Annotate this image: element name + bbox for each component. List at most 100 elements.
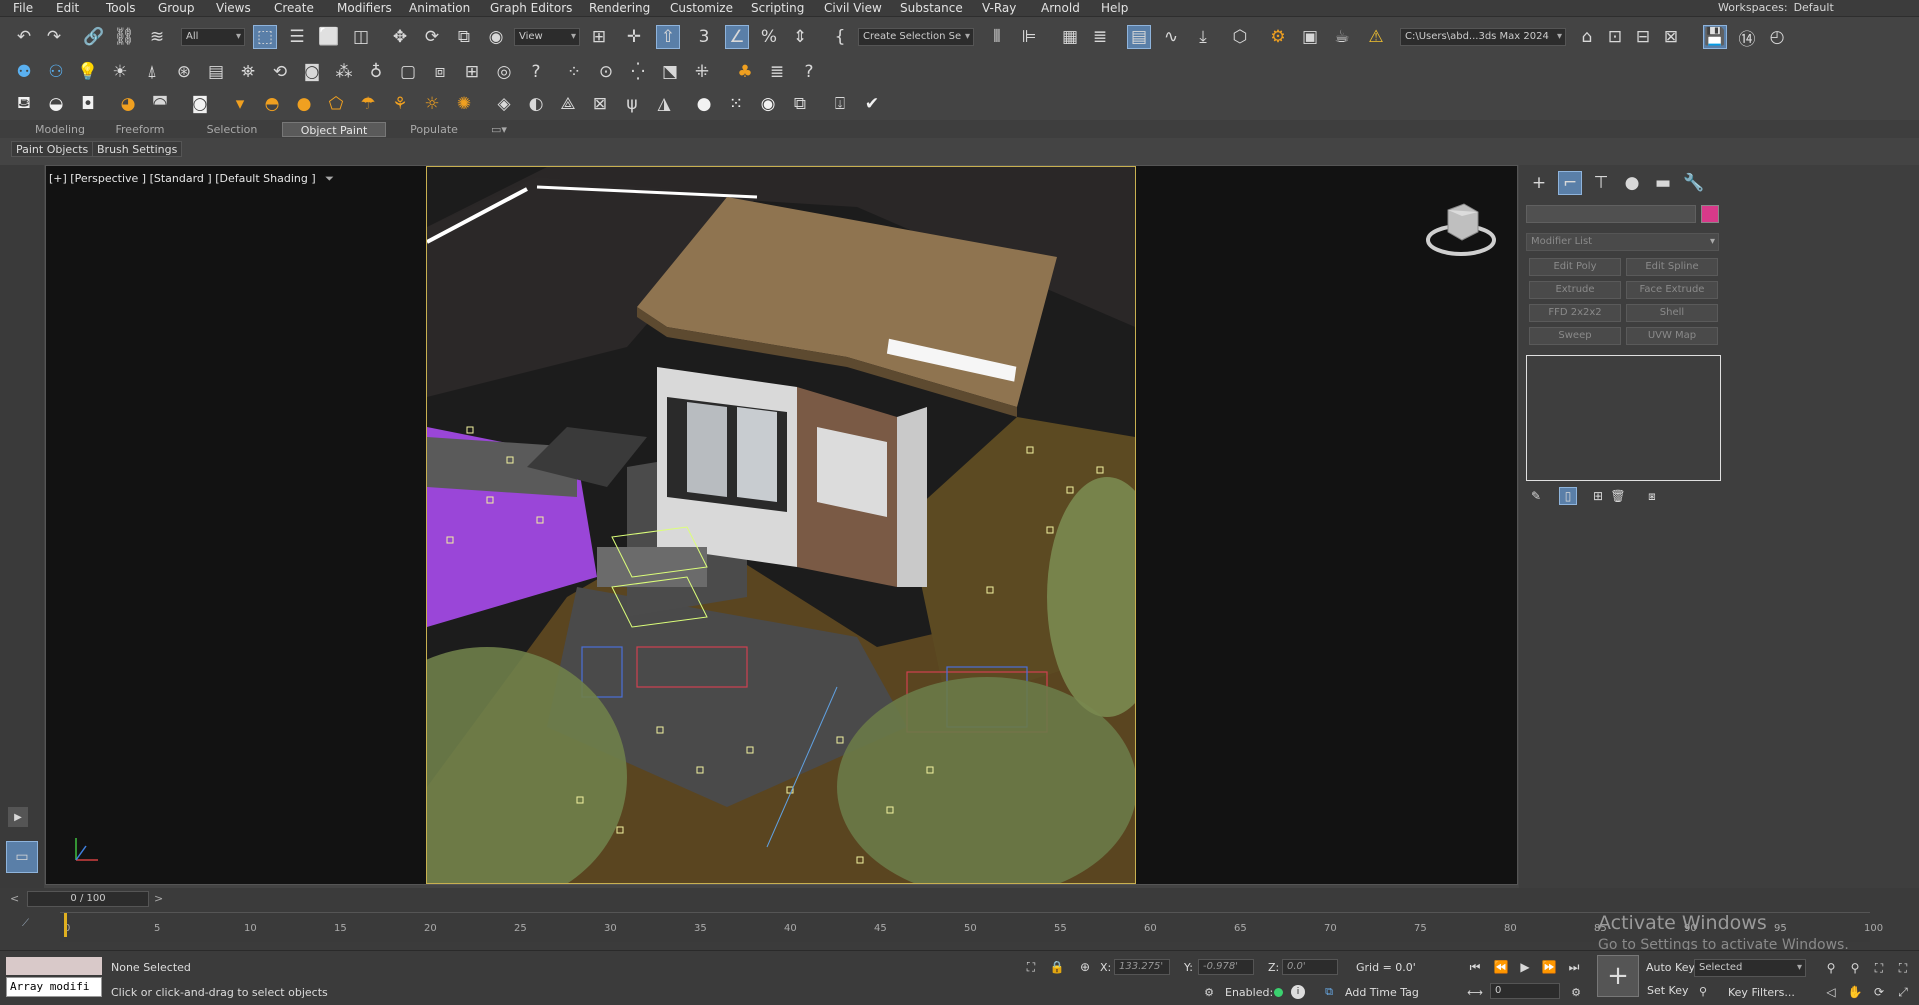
- sky-icon[interactable]: ✺: [452, 92, 476, 116]
- utilities-tab-icon[interactable]: 🔧: [1682, 171, 1706, 195]
- material-editor-icon[interactable]: ⬡: [1228, 25, 1252, 49]
- lock-selection-icon[interactable]: 🔒: [1048, 958, 1066, 976]
- project-tool-icon[interactable]: ⊟: [1631, 25, 1655, 49]
- dome-light-icon[interactable]: ⛯: [236, 60, 260, 84]
- modifier-stack[interactable]: [1526, 355, 1721, 481]
- expand-layout-icon[interactable]: ▶: [8, 807, 28, 827]
- tab-freeform[interactable]: Freeform: [96, 122, 184, 137]
- mini-curve-editor-icon[interactable]: ⟋: [22, 918, 29, 929]
- orbit-icon[interactable]: ⊙: [594, 60, 618, 84]
- key-filters-icon[interactable]: ⚲: [1694, 982, 1712, 1000]
- plane-icon[interactable]: ⟁: [556, 92, 580, 116]
- menu-customize[interactable]: Customize: [670, 1, 733, 15]
- dust-icon[interactable]: ⁂: [332, 60, 356, 84]
- forest-icon[interactable]: ♣: [733, 60, 757, 84]
- rendered-frame-window-icon[interactable]: ▣: [1298, 25, 1322, 49]
- pin-stack-icon[interactable]: ✎: [1527, 487, 1545, 505]
- modifier-list-dropdown[interactable]: Modifier List: [1526, 233, 1719, 251]
- shell-button[interactable]: Shell: [1626, 304, 1718, 322]
- render-icon[interactable]: ◒: [44, 92, 68, 116]
- select-object-icon[interactable]: ⬚: [253, 25, 277, 49]
- zoom-extents-all-icon[interactable]: ⛶: [1894, 959, 1912, 977]
- help-circle-icon[interactable]: ?: [524, 60, 548, 84]
- create-tab-icon[interactable]: +: [1527, 171, 1551, 195]
- frame-buffer-icon[interactable]: ▢: [396, 60, 420, 84]
- curve-editor-icon[interactable]: ∿: [1159, 25, 1183, 49]
- display-tab-icon[interactable]: ▬: [1651, 171, 1675, 195]
- zoom-extents-icon[interactable]: ⛶: [1870, 959, 1888, 977]
- selection-filter-dropdown[interactable]: All: [181, 28, 245, 46]
- sun-icon[interactable]: ☼: [420, 92, 444, 116]
- next-frame-button-icon[interactable]: ⏩: [1540, 958, 1558, 976]
- enabled-status-dot[interactable]: [1274, 988, 1283, 997]
- menu-help[interactable]: Help: [1101, 1, 1128, 15]
- mirror-icon[interactable]: ⫴: [985, 25, 1009, 49]
- motion-tab-icon[interactable]: ●: [1620, 171, 1644, 195]
- set-keys-icon[interactable]: +: [1597, 955, 1639, 997]
- object-color-swatch[interactable]: [1701, 205, 1719, 223]
- y-coordinate-field[interactable]: -0.978': [1198, 959, 1254, 975]
- plane-light-icon[interactable]: ▾: [228, 92, 252, 116]
- open-project-icon[interactable]: ⊡: [1603, 25, 1627, 49]
- vray-render-icon[interactable]: ◕: [116, 92, 140, 116]
- history-icon[interactable]: ◴: [1765, 25, 1789, 49]
- zoom-all-icon[interactable]: ⚲: [1846, 959, 1864, 977]
- ribbon-options-icon[interactable]: ▭▾: [484, 122, 514, 137]
- camera-tool-icon[interactable]: ⊛: [172, 60, 196, 84]
- uvw-map-button[interactable]: UVW Map: [1626, 327, 1718, 345]
- workspace-selector[interactable]: Workspaces: Default: [1712, 1, 1834, 14]
- eye-icon[interactable]: ◎: [492, 60, 516, 84]
- tab-populate[interactable]: Populate: [392, 122, 476, 137]
- light-probe-icon[interactable]: ♁: [364, 60, 388, 84]
- menu-views[interactable]: Views: [216, 1, 251, 15]
- menu-create[interactable]: Create: [274, 1, 314, 15]
- spinner-snap-icon[interactable]: ⇕: [788, 25, 812, 49]
- menu-vray[interactable]: V-Ray: [982, 1, 1016, 15]
- menu-civil-view[interactable]: Civil View: [824, 1, 882, 15]
- set-key-button[interactable]: Set Key: [1647, 984, 1689, 997]
- redo-icon[interactable]: ↷: [42, 25, 66, 49]
- menu-edit[interactable]: Edit: [56, 1, 79, 15]
- scene-explorer-icon[interactable]: ▦: [1058, 25, 1082, 49]
- z-coordinate-field[interactable]: 0.0': [1282, 959, 1338, 975]
- edit-named-selection-icon[interactable]: {: [828, 25, 852, 49]
- menu-arnold[interactable]: Arnold: [1041, 1, 1080, 15]
- extrude-button[interactable]: Extrude: [1529, 281, 1621, 299]
- zoom-icon[interactable]: ⚲: [1822, 959, 1840, 977]
- scene-render[interactable]: [347, 166, 1167, 907]
- menu-rendering[interactable]: Rendering: [589, 1, 650, 15]
- particle-icon[interactable]: ⁘: [562, 60, 586, 84]
- face-extrude-button[interactable]: Face Extrude: [1626, 281, 1718, 299]
- pivot-center-icon[interactable]: ⊞: [587, 25, 611, 49]
- window-crossing-icon[interactable]: ◫: [349, 25, 373, 49]
- container-icon[interactable]: ⚉: [12, 60, 36, 84]
- ies-light-icon[interactable]: ☂: [356, 92, 380, 116]
- ambient-light-icon[interactable]: ⚘: [388, 92, 412, 116]
- menu-modifiers[interactable]: Modifiers: [337, 1, 392, 15]
- menu-animation[interactable]: Animation: [409, 1, 470, 15]
- material-lib-icon[interactable]: ◉: [756, 92, 780, 116]
- viewport-layout-icon[interactable]: ▭: [6, 841, 38, 873]
- named-selection-dropdown[interactable]: Create Selection Se: [858, 28, 974, 46]
- reference-coordinate-dropdown[interactable]: View: [514, 28, 580, 46]
- rect-selection-icon[interactable]: ⬜: [317, 25, 341, 49]
- hierarchy-tab-icon[interactable]: ⊤: [1589, 171, 1613, 195]
- paint-objects-button[interactable]: Paint Objects: [11, 141, 94, 157]
- sphere-light-icon[interactable]: ●: [292, 92, 316, 116]
- group-icon[interactable]: ⚇: [44, 60, 68, 84]
- percent-snap-icon[interactable]: %: [757, 25, 781, 49]
- absolute-mode-icon[interactable]: ⊕: [1076, 958, 1094, 976]
- previous-frame-icon[interactable]: ⏪: [1492, 958, 1510, 976]
- spotlight-icon[interactable]: ⍋: [140, 60, 164, 84]
- align-icon[interactable]: ⊫: [1017, 25, 1041, 49]
- viewport-label[interactable]: [+] [Perspective ] [Standard ] [Default …: [49, 172, 334, 186]
- grid-tool-icon[interactable]: ⊞: [460, 60, 484, 84]
- time-tag-icon[interactable]: ⧉: [1320, 983, 1338, 1001]
- pan-view-icon[interactable]: ✋: [1846, 983, 1864, 1001]
- scatter-icon[interactable]: ⁛: [626, 60, 650, 84]
- vray-camera-icon[interactable]: ◙: [188, 92, 212, 116]
- link-icon[interactable]: 🔗: [82, 25, 106, 49]
- object-name-field[interactable]: [1526, 205, 1696, 223]
- show-end-result-icon[interactable]: ▯: [1559, 487, 1577, 505]
- undo-icon[interactable]: ↶: [12, 25, 36, 49]
